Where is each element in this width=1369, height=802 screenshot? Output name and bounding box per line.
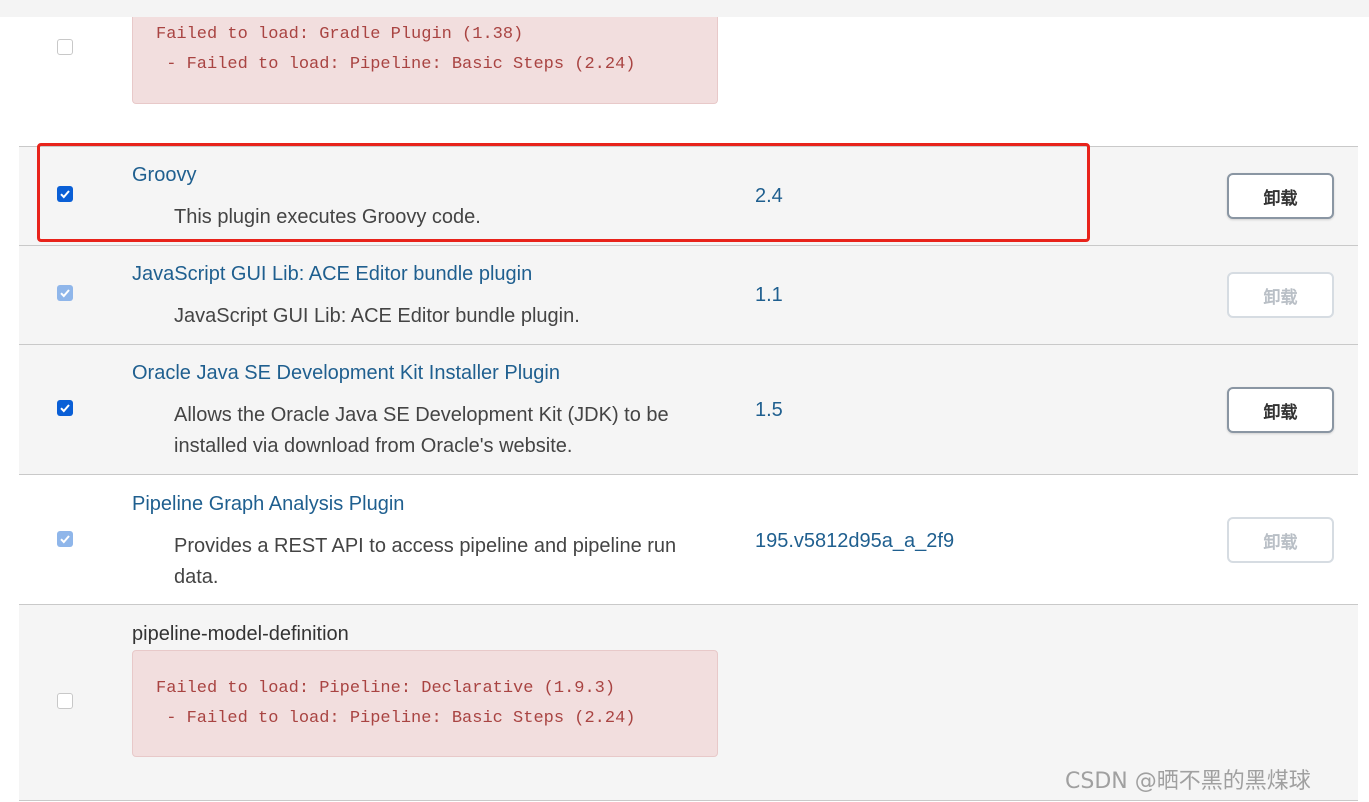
top-strip (0, 0, 1369, 17)
error-line: Failed to load: Gradle Plugin (1.38) (156, 25, 524, 44)
error-line: Failed to load: Pipeline: Declarative (1… (156, 679, 616, 698)
check-icon (60, 289, 70, 298)
error-line: - Failed to load: Pipeline: Basic Steps … (156, 709, 636, 728)
plugin-name-link[interactable]: Pipeline Graph Analysis Plugin (132, 493, 404, 516)
error-line: - Failed to load: Pipeline: Basic Steps … (156, 55, 636, 74)
uninstall-button: 卸载 (1227, 517, 1334, 563)
uninstall-button[interactable]: 卸载 (1227, 173, 1334, 219)
plugin-checkbox-failed-2[interactable] (57, 693, 73, 709)
plugin-checkbox-failed-1[interactable] (57, 39, 73, 55)
plugin-name-link[interactable]: Oracle Java SE Development Kit Installer… (132, 362, 560, 385)
plugin-name-link[interactable]: JavaScript GUI Lib: ACE Editor bundle pl… (132, 263, 532, 286)
check-icon (60, 535, 70, 544)
error-box-failed-2: Failed to load: Pipeline: Declarative (1… (132, 650, 718, 757)
row-separator (19, 800, 1358, 801)
uninstall-button: 卸载 (1227, 272, 1334, 318)
plugin-version-link[interactable]: 1.1 (755, 284, 783, 307)
plugin-checkbox-ace-editor[interactable] (57, 285, 73, 301)
plugin-version-link[interactable]: 195.v5812d95a_a_2f9 (755, 530, 954, 553)
plugin-checkbox-jdk-installer[interactable] (57, 400, 73, 416)
plugin-description: JavaScript GUI Lib: ACE Editor bundle pl… (174, 305, 580, 327)
plugin-checkbox-pipeline-graph[interactable] (57, 531, 73, 547)
watermark: CSDN @晒不黑的黑煤球 (1065, 769, 1311, 794)
plugin-version-link[interactable]: 1.5 (755, 399, 783, 422)
error-box-failed-1: Failed to load: Gradle Plugin (1.38) - F… (132, 17, 718, 104)
plugin-name: pipeline-model-definition (132, 623, 349, 645)
uninstall-button[interactable]: 卸载 (1227, 387, 1334, 433)
check-icon (60, 404, 70, 413)
plugin-description: Allows the Oracle Java SE Development Ki… (174, 404, 669, 457)
plugin-description: Provides a REST API to access pipeline a… (174, 535, 677, 588)
highlight-annotation (37, 143, 1090, 242)
